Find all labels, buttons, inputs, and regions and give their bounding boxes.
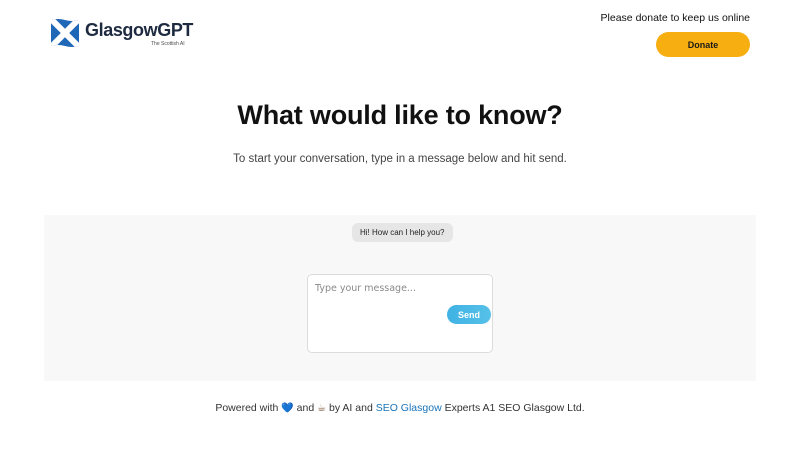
blue-heart-icon: 💙 (281, 403, 294, 414)
donate-section: Please donate to keep us online Donate (600, 12, 750, 57)
footer-powered-text: Powered with (215, 402, 279, 414)
page-title: What would like to know? (237, 100, 563, 130)
footer-suffix-text: Experts A1 SEO Glasgow Ltd. (444, 402, 585, 414)
logo-wordmark: GlasgowGPT The Scottish AI (85, 16, 194, 47)
send-button[interactable]: Send (447, 305, 491, 324)
footer-credits: Powered with 💙 and ☕ by AI and SEO Glasg… (0, 402, 800, 414)
footer-by-text: by AI and (329, 402, 373, 414)
donate-button[interactable]: Donate (656, 32, 750, 57)
coffee-icon: ☕ (317, 403, 327, 414)
chat-panel: Hi! How can I help you? Send (44, 215, 756, 381)
logo-tagline: The Scottish AI (151, 41, 185, 47)
seo-glasgow-link[interactable]: SEO Glasgow (376, 402, 442, 414)
logo[interactable]: GlasgowGPT The Scottish AI (48, 16, 198, 52)
message-composer: Send (307, 274, 493, 353)
logo-name: GlasgowGPT (85, 20, 194, 40)
saltire-flag-icon (51, 19, 79, 47)
footer-and-text: and (296, 402, 315, 414)
bot-message-bubble: Hi! How can I help you? (352, 223, 453, 242)
page-subtitle: To start your conversation, type in a me… (233, 153, 567, 165)
donate-message: Please donate to keep us online (600, 12, 750, 24)
